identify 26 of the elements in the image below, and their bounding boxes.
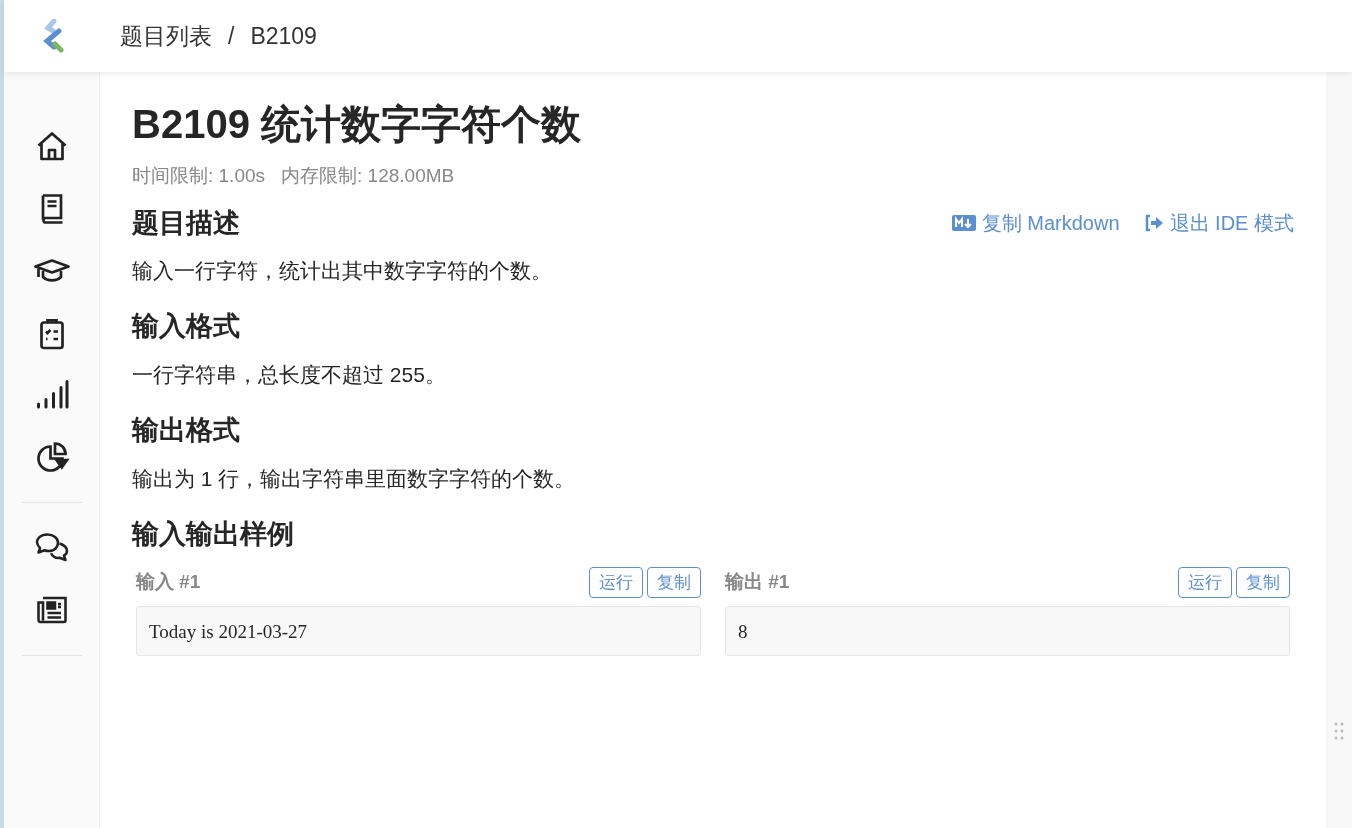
sample-code-block: Today is 2021-03-27 — [136, 606, 701, 657]
limit-text: 时间限制: 1.00s — [132, 164, 266, 188]
section-heading: 题目描述 — [132, 206, 240, 239]
exit-link[interactable]: 退出 IDE 模式 — [1143, 207, 1294, 238]
copy-button[interactable]: 复制 — [1236, 566, 1290, 599]
run-button[interactable]: 运行 — [1178, 566, 1232, 599]
section-text: 一行字符串，总长度不超过 255。 — [132, 361, 447, 388]
run-button[interactable]: 运行 — [589, 566, 643, 599]
section-heading: 输入格式 — [132, 310, 240, 343]
drag-handle-icon[interactable] — [1334, 722, 1344, 740]
problem-title: B2109 统计数字字符个数 — [132, 101, 582, 148]
sample-label: 输出 #1 — [725, 570, 790, 595]
markdown-icon — [951, 214, 976, 231]
section-heading: 输入输出样例 — [132, 518, 295, 551]
limit-text: 内存限制: 128.00MB — [281, 164, 455, 188]
breadcrumb-link[interactable]: 题目列表 — [120, 18, 212, 54]
copy-button[interactable]: 复制 — [647, 566, 701, 599]
breadcrumb-link[interactable]: B2109 — [250, 18, 317, 54]
section-text: 输出为 1 行，输出字符串里面数字字符的个数。 — [132, 465, 577, 492]
breadcrumb-separator: / — [228, 21, 235, 51]
sample-label: 输入 #1 — [136, 570, 201, 595]
sample-code-block: 8 — [725, 606, 1290, 657]
exit-icon — [1143, 213, 1164, 232]
section-heading: 输出格式 — [132, 414, 240, 447]
section-text: 输入一行字符，统计出其中数字字符的个数。 — [132, 257, 553, 284]
markdown-link[interactable]: 复制 Markdown — [951, 207, 1120, 238]
